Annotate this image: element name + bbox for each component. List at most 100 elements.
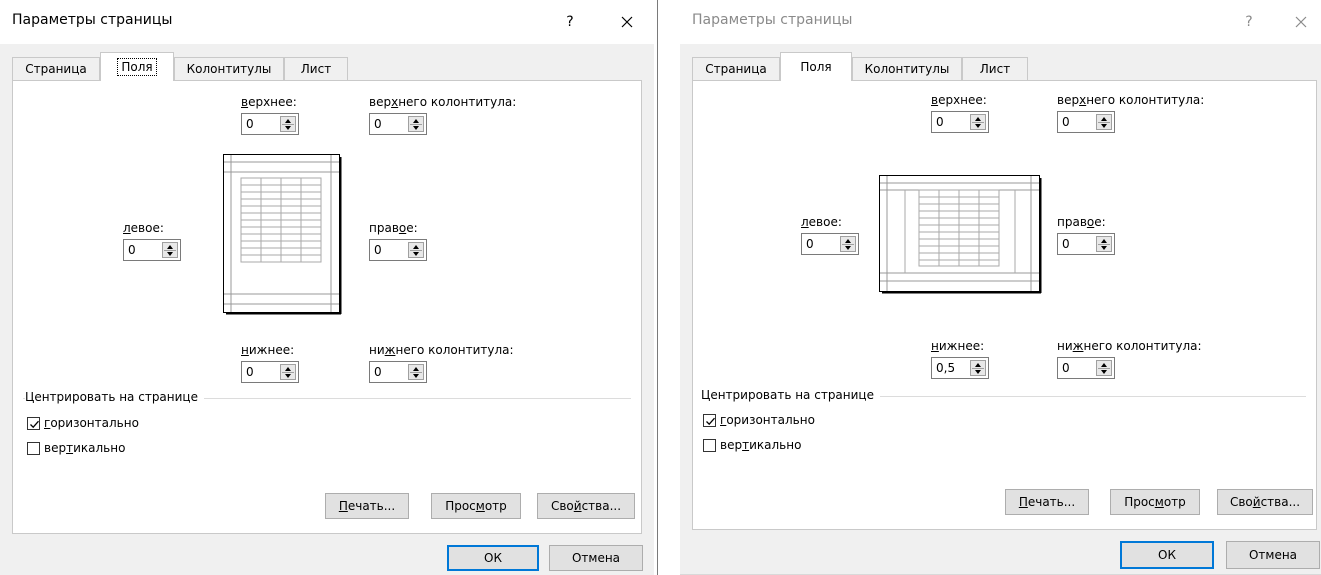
down-arrow-icon [285,373,291,378]
spinner-value: 0 [246,117,254,131]
down-arrow-icon [1101,369,1107,374]
top-margin-label: верхнее: [931,93,987,107]
cancel-button[interactable]: Отмена [1226,541,1320,569]
page-preview-landscape [879,175,1042,294]
spinner-arrows[interactable] [970,360,986,376]
down-arrow-icon [413,125,419,130]
up-arrow-icon [975,362,981,367]
tab-page[interactable]: Страница [692,57,780,80]
help-icon: ? [566,14,574,30]
spinner-arrows[interactable] [1096,360,1112,376]
checkbox-box[interactable] [703,413,716,427]
preview-button[interactable]: Прос м отр [431,493,521,519]
help-button[interactable]: ? [1232,7,1266,37]
down-arrow-icon [975,123,981,128]
right-margin-label: правое: [1057,215,1106,229]
page-preview-portrait [223,154,342,315]
properties-button[interactable]: Сво й ства... [1217,489,1313,515]
left-margin-spinner[interactable]: 0 [801,233,859,255]
spinner-value: 0 [1062,361,1070,375]
right-margin-spinner[interactable]: 0 [1057,233,1115,255]
spinner-arrows[interactable] [162,242,178,258]
print-button[interactable]: Печать... [1005,489,1089,515]
left-margin-spinner[interactable]: 0 [123,239,181,261]
tab-margins[interactable]: Поля [100,52,174,81]
vertical-checkbox[interactable]: вертикально [703,438,801,452]
print-button[interactable]: Печать... [325,493,409,519]
spinner-arrows[interactable] [840,236,856,252]
tab-label: Колонтитулы [864,62,950,76]
top-margin-spinner[interactable]: 0 [931,111,989,133]
center-section-title: Центрировать на странице [701,388,880,402]
down-arrow-icon [285,125,291,130]
tab-sheet[interactable]: Лист [284,57,348,80]
checkmark-icon [30,420,39,428]
checkbox-box[interactable] [27,416,40,430]
bottom-margin-spinner[interactable]: 0 [241,361,299,383]
ok-button[interactable]: ОК [1120,541,1214,569]
up-arrow-icon [975,116,981,121]
spinner-arrows[interactable] [280,116,296,132]
up-arrow-icon [413,366,419,371]
header-margin-spinner[interactable]: 0 [1057,111,1115,133]
tab-margins[interactable]: Поля [780,52,852,81]
checkbox-label: вертикально [44,441,126,455]
screenshot-divider [657,0,658,575]
cancel-button[interactable]: Отмена [549,545,643,571]
checkbox-label: горизонтально [44,416,139,430]
checkbox-box[interactable] [703,438,716,452]
up-arrow-icon [167,244,173,249]
checkbox-box[interactable] [27,441,40,455]
checkmark-icon [706,417,715,425]
top-margin-label: верхнее: [241,95,297,109]
vertical-checkbox[interactable]: вертикально [27,441,125,455]
help-icon: ? [1245,14,1253,30]
horizontal-checkbox[interactable]: горизонтально [703,413,815,427]
tab-label: Поля [800,60,832,74]
spinner-arrows[interactable] [280,364,296,380]
ok-button[interactable]: ОК [447,545,539,571]
close-button[interactable] [610,7,644,37]
help-button[interactable]: ? [553,7,587,37]
tab-page[interactable]: Страница [12,57,100,80]
preview-button[interactable]: Прос м отр [1110,489,1200,515]
tab-label: Колонтитулы [186,62,272,76]
spinner-value: 0 [374,365,382,379]
down-arrow-icon [1101,245,1107,250]
spinner-arrows[interactable] [1096,236,1112,252]
spinner-arrows[interactable] [408,116,424,132]
header-margin-spinner[interactable]: 0 [369,113,427,135]
spinner-value: 0,5 [936,361,956,375]
up-arrow-icon [285,118,291,123]
up-arrow-icon [1101,362,1107,367]
margins-pane: верхнее: 0 верхнего колонтитула: 0 левое… [12,80,642,534]
spinner-arrows[interactable] [408,242,424,258]
close-button[interactable] [1284,7,1318,37]
spinner-value: 0 [806,237,814,251]
tab-label: Лист [979,62,1011,76]
spinner-arrows[interactable] [970,114,986,130]
center-section-title: Центрировать на странице [25,390,204,404]
header-margin-label: верхнего колонтитула: [369,95,517,109]
tab-header-footer[interactable]: Колонтитулы [174,57,284,80]
tab-sheet[interactable]: Лист [962,57,1028,80]
page-setup-dialog-right: Параметры страницы ? Страница Поля Колон… [680,0,1321,575]
spinner-arrows[interactable] [408,364,424,380]
title-bar: Параметры страницы ? [0,0,654,44]
horizontal-checkbox[interactable]: горизонтально [27,416,139,430]
down-arrow-icon [1101,123,1107,128]
spinner-arrows[interactable] [1096,114,1112,130]
spinner-value: 0 [246,365,254,379]
footer-margin-spinner[interactable]: 0 [1057,357,1115,379]
margins-pane: верхнее: 0 верхнего колонтитула: 0 левое… [692,80,1317,530]
dialog-title: Параметры страницы [12,12,173,28]
bottom-margin-spinner[interactable]: 0,5 [931,357,989,379]
right-margin-spinner[interactable]: 0 [369,239,427,261]
tab-header-footer[interactable]: Колонтитулы [852,57,962,80]
tab-label: Лист [300,62,332,76]
footer-margin-spinner[interactable]: 0 [369,361,427,383]
down-arrow-icon [167,251,173,256]
top-margin-spinner[interactable]: 0 [241,113,299,135]
properties-button[interactable]: Сво й ства... [537,493,635,519]
bottom-margin-label: нижнее: [931,339,985,353]
